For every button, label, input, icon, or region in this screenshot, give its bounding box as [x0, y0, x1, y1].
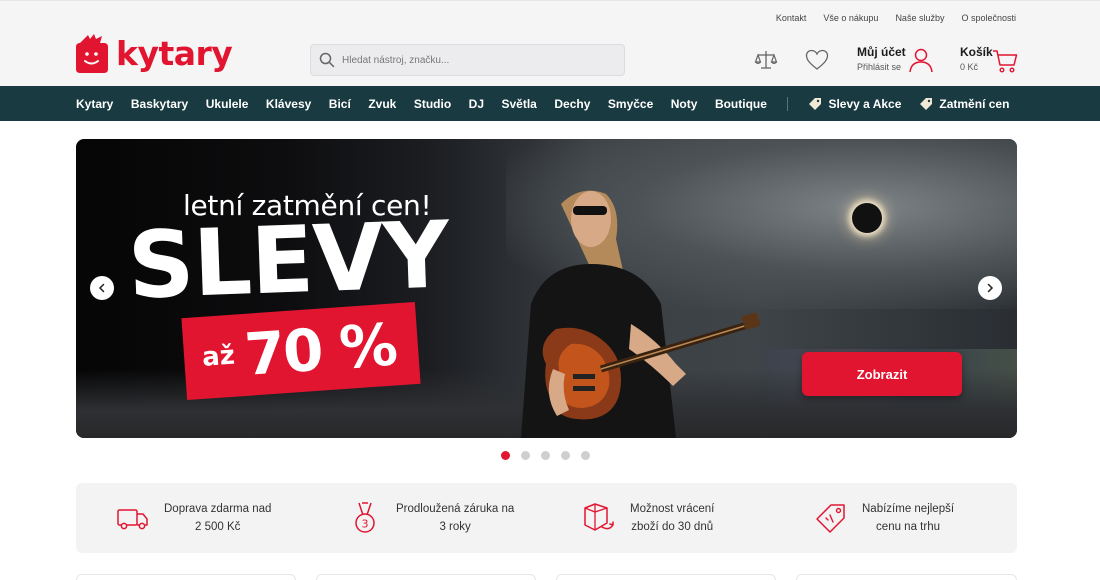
- carousel-dot[interactable]: [541, 451, 550, 460]
- search-icon: [319, 52, 335, 68]
- compare-scales-icon[interactable]: [754, 48, 778, 72]
- benefit-free-shipping: Doprava zdarma nad 2 500 Kč: [116, 483, 271, 553]
- carousel-next-button[interactable]: [978, 276, 1002, 300]
- eclipse-sun-image: [852, 203, 882, 233]
- benefit-free-shipping-line2: 2 500 Kč: [195, 521, 241, 533]
- hero-banner[interactable]: letní zatmění cen! SLEVY až 70 % Zobrazi…: [76, 139, 1017, 438]
- benefit-returns-line2: zboží do 30 dnů: [631, 521, 714, 533]
- nav-item-sales[interactable]: Slevy a Akce: [808, 97, 901, 111]
- nav-item-price-eclipse-label: Zatmění cen: [939, 96, 1010, 111]
- nav-item-guitars[interactable]: Kytary: [76, 97, 113, 111]
- product-card[interactable]: [76, 574, 296, 580]
- carousel-dot[interactable]: [561, 451, 570, 460]
- nav-item-sound[interactable]: Zvuk: [368, 97, 396, 111]
- benefit-best-price: Nabízíme nejlepší cenu na trhu: [814, 483, 954, 553]
- benefit-returns: Možnost vrácení zboží do 30 dnů: [582, 483, 714, 553]
- nav-item-sheet-music[interactable]: Noty: [671, 97, 698, 111]
- nav-item-sales-label: Slevy a Akce: [828, 96, 902, 111]
- banner-headline: SLEVY: [126, 201, 451, 320]
- top-links: Kontakt Vše o nákupu Naše služby O spole…: [776, 13, 1016, 23]
- guitarist-image: [521, 190, 761, 438]
- logo-text: kytary: [116, 33, 233, 73]
- cart-icon[interactable]: [992, 48, 1018, 74]
- account-link[interactable]: Můj účet Přihlásit se: [857, 45, 906, 72]
- top-link-shopping-info[interactable]: Vše o nákupu: [823, 13, 878, 23]
- top-link-about[interactable]: O společnosti: [961, 13, 1016, 23]
- medal-icon: 3: [355, 502, 375, 533]
- nav-item-ukulele[interactable]: Ukulele: [206, 97, 249, 111]
- nav-item-strings[interactable]: Smyčce: [608, 97, 653, 111]
- banner-cta-button[interactable]: Zobrazit: [802, 352, 962, 396]
- cart-amount: 0 Kč: [960, 62, 979, 72]
- product-card[interactable]: [796, 574, 1017, 580]
- nav-item-price-eclipse[interactable]: Zatmění cen: [919, 97, 1009, 111]
- logo-mark-icon: [76, 34, 108, 73]
- header: Kontakt Vše o nákupu Naše služby O spole…: [0, 0, 1100, 86]
- carousel-dot[interactable]: [581, 451, 590, 460]
- nav-item-boutique[interactable]: Boutique: [715, 97, 767, 111]
- truck-icon: [117, 509, 148, 530]
- benefit-warranty: 3 Prodloužená záruka na 3 roky: [348, 483, 514, 553]
- cart-title: Košík: [960, 45, 993, 59]
- benefit-best-price-line2: cenu na trhu: [876, 521, 940, 533]
- top-link-services[interactable]: Naše služby: [895, 13, 944, 23]
- nav-item-drums[interactable]: Bicí: [329, 97, 351, 111]
- benefit-free-shipping-line1: Doprava zdarma nad: [164, 503, 272, 515]
- chevron-left-icon: [98, 283, 105, 293]
- search-bar[interactable]: [310, 44, 625, 76]
- user-icon[interactable]: [908, 47, 934, 73]
- top-link-contact[interactable]: Kontakt: [776, 13, 807, 23]
- price-tag-icon: [816, 504, 845, 533]
- nav-item-studio[interactable]: Studio: [414, 97, 451, 111]
- nav-item-dj[interactable]: DJ: [469, 97, 484, 111]
- carousel-dot[interactable]: [501, 451, 510, 460]
- tag-icon: [920, 97, 933, 110]
- carousel-prev-button[interactable]: [90, 276, 114, 300]
- nav-item-winds[interactable]: Dechy: [554, 97, 590, 111]
- nav-item-keyboards[interactable]: Klávesy: [266, 97, 311, 111]
- banner-discount-prefix: až: [201, 340, 236, 373]
- carousel-dots: [501, 451, 590, 460]
- benefit-best-price-line1: Nabízíme nejlepší: [862, 503, 955, 515]
- return-box-icon: [584, 503, 614, 531]
- account-subtitle: Přihlásit se: [857, 62, 902, 72]
- account-title: Můj účet: [857, 45, 906, 59]
- benefit-warranty-line2: 3 roky: [439, 521, 471, 533]
- nav-item-bass-guitars[interactable]: Baskytary: [131, 97, 188, 111]
- nav-item-lights[interactable]: Světla: [502, 97, 537, 111]
- benefit-returns-line1: Možnost vrácení: [630, 503, 715, 515]
- banner-discount-tag: až 70 %: [181, 301, 421, 401]
- search-input[interactable]: [342, 54, 612, 66]
- nav-divider: [787, 96, 789, 111]
- main-nav: Kytary Baskytary Ukulele Klávesy Bicí Zv…: [0, 86, 1100, 121]
- benefit-warranty-line1: Prodloužená záruka na: [396, 503, 515, 515]
- carousel-dot[interactable]: [521, 451, 530, 460]
- logo[interactable]: kytary: [76, 33, 233, 73]
- banner-discount-value: 70 %: [242, 310, 398, 389]
- benefits-bar: Doprava zdarma nad 2 500 Kč 3 Prodloužen…: [76, 483, 1017, 553]
- svg-text:3: 3: [362, 518, 369, 531]
- product-card[interactable]: [556, 574, 776, 580]
- cart-link[interactable]: Košík 0 Kč: [960, 45, 993, 72]
- chevron-right-icon: [987, 283, 994, 293]
- product-card[interactable]: [316, 574, 536, 580]
- heart-icon[interactable]: [805, 48, 829, 72]
- tag-icon: [809, 97, 822, 110]
